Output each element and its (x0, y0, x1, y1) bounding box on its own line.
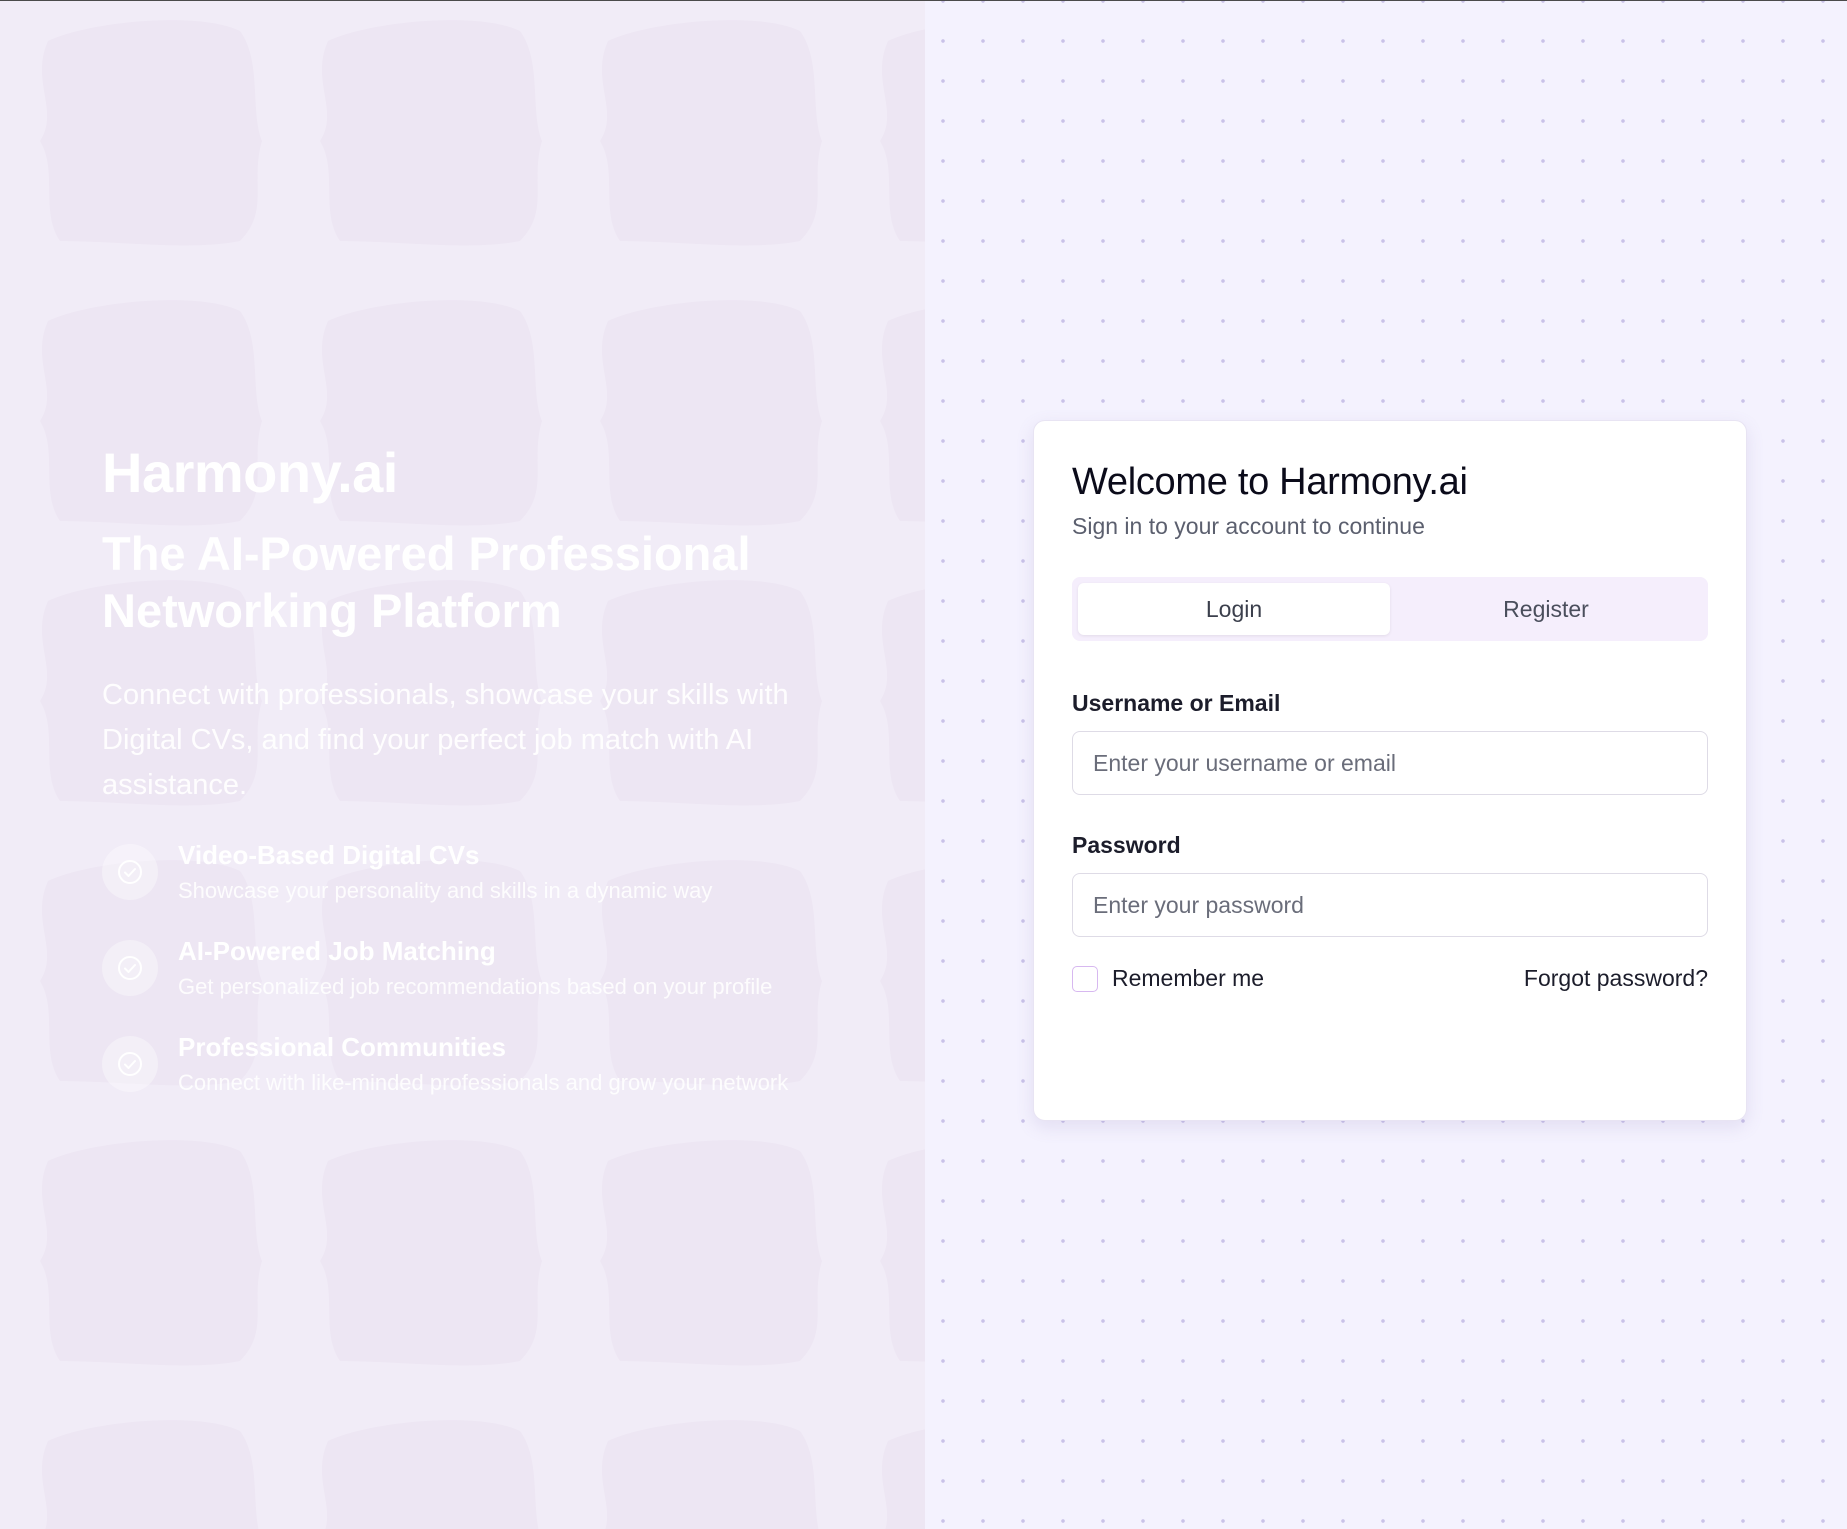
hero-content: Harmony.ai The AI-Powered Professional N… (102, 439, 822, 1126)
username-input[interactable] (1072, 731, 1708, 795)
feature-title: Professional Communities (178, 1032, 506, 1062)
login-options: Remember me Forgot password? (1072, 965, 1708, 992)
remember-me-label: Remember me (1112, 965, 1265, 991)
feature-title: Video-Based Digital CVs (178, 840, 480, 870)
feature-item: AI-Powered Job Matching Get personalized… (102, 934, 822, 1004)
auth-title: Welcome to Harmony.ai (1072, 461, 1468, 503)
check-circle-icon (102, 940, 158, 996)
forgot-password-link[interactable]: Forgot password? (1524, 965, 1708, 992)
auth-subtitle: Sign in to your account to continue (1072, 513, 1425, 539)
remember-me-checkbox[interactable] (1072, 965, 1098, 992)
feature-description: Showcase your personality and skills in … (178, 878, 713, 903)
feature-description: Get personalized job recommendations bas… (178, 974, 773, 999)
auth-tabs: Login Register (1072, 577, 1708, 641)
feature-list: Video-Based Digital CVs Showcase your pe… (102, 838, 822, 1100)
password-input[interactable] (1072, 873, 1708, 937)
feature-item: Professional Communities Connect with li… (102, 1030, 822, 1100)
tab-login[interactable]: Login (1078, 583, 1390, 635)
tab-register[interactable]: Register (1390, 583, 1702, 635)
remember-me[interactable]: Remember me (1072, 965, 1264, 992)
hero-panel: Harmony.ai The AI-Powered Professional N… (0, 1, 925, 1529)
password-label: Password (1072, 832, 1181, 858)
check-circle-icon (102, 1036, 158, 1092)
hero-description: Connect with professionals, showcase you… (102, 679, 789, 801)
username-label: Username or Email (1072, 690, 1281, 716)
feature-description: Connect with like-minded professionals a… (178, 1070, 789, 1095)
brand-name: Harmony.ai (102, 441, 398, 504)
password-field-group: Password (1072, 831, 1708, 937)
feature-item: Video-Based Digital CVs Showcase your pe… (102, 838, 822, 908)
check-circle-icon (102, 844, 158, 900)
username-field-group: Username or Email (1072, 689, 1708, 795)
hero-tagline: The AI-Powered Professional Networking P… (102, 527, 751, 637)
feature-title: AI-Powered Job Matching (178, 936, 496, 966)
auth-card: Welcome to Harmony.ai Sign in to your ac… (1033, 420, 1747, 1121)
